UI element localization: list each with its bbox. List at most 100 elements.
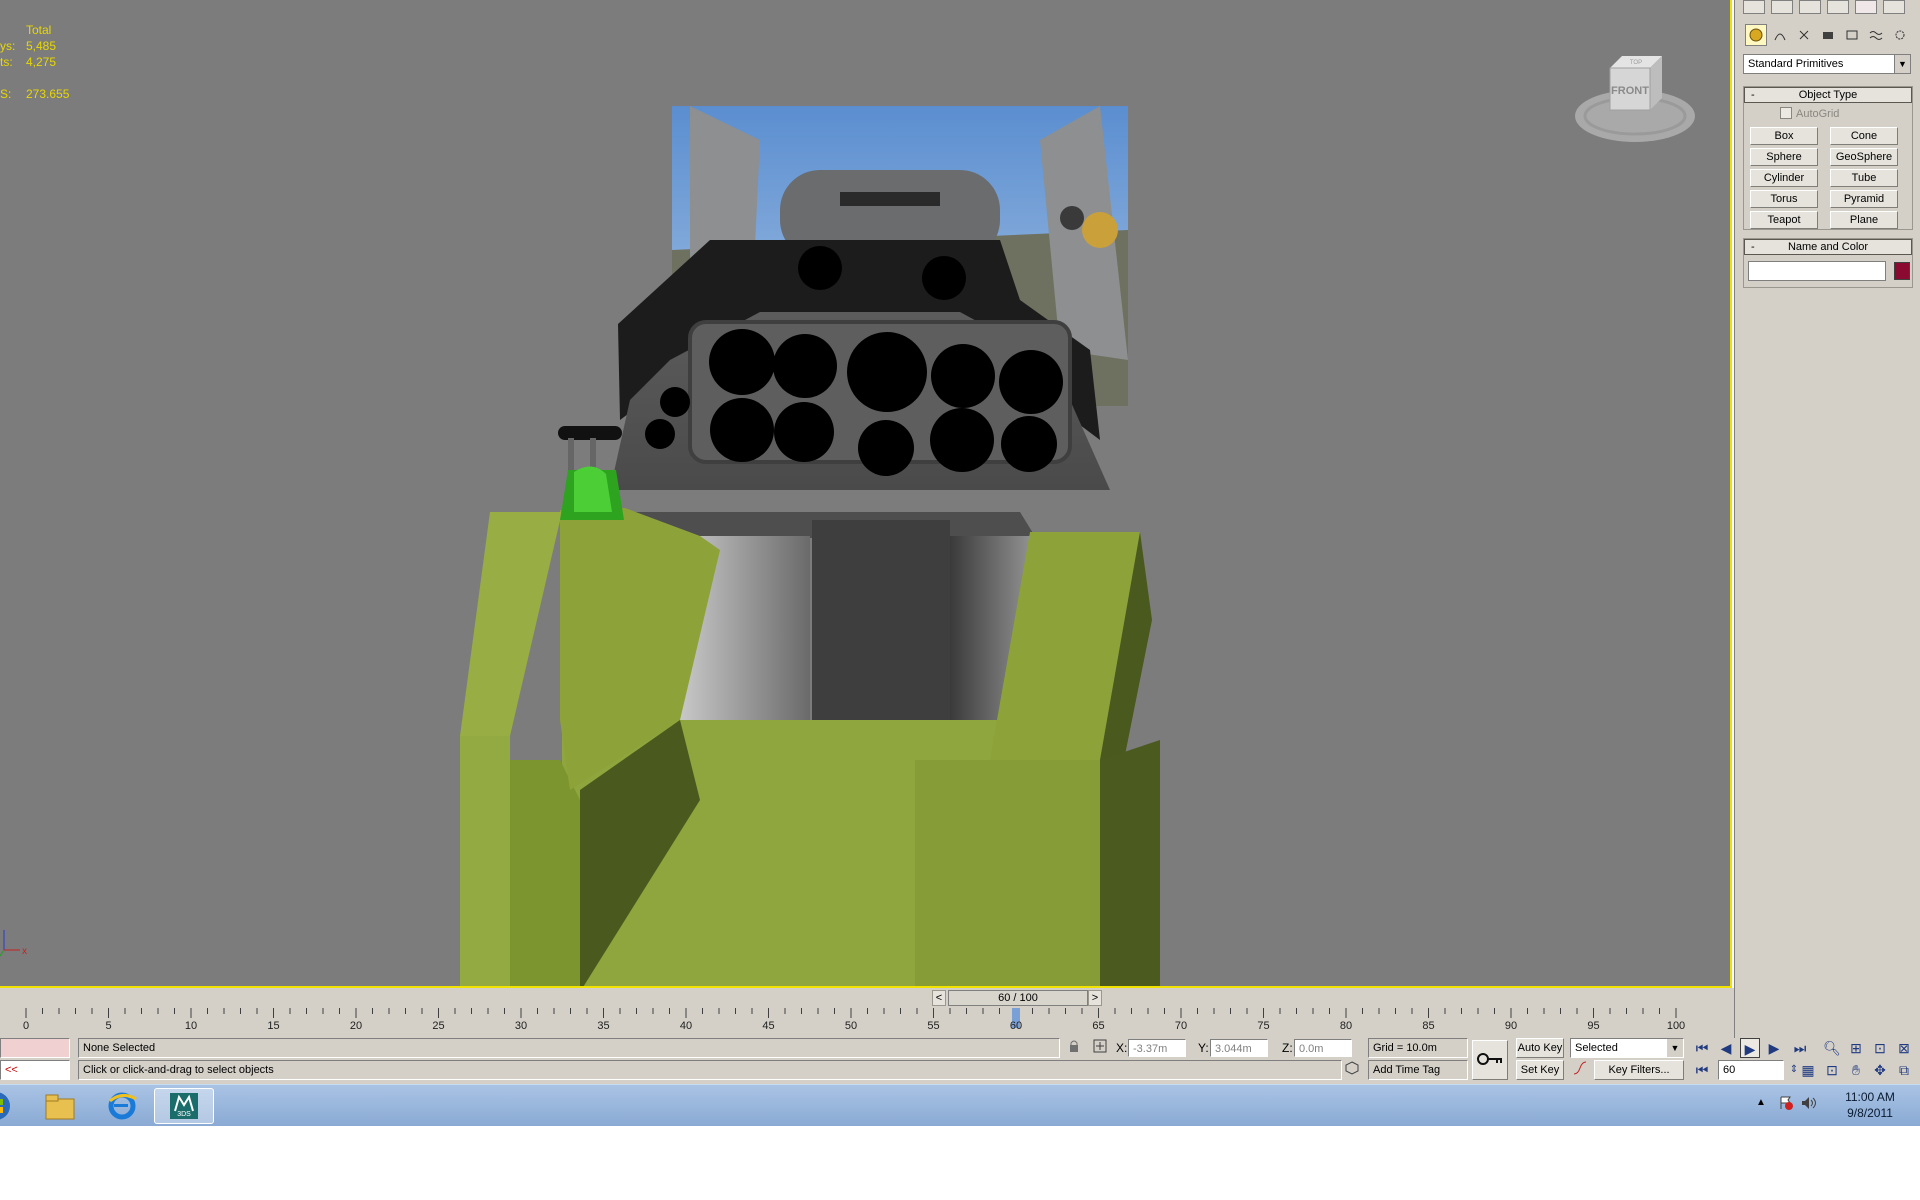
zoom-extents-all-icon[interactable]: ⊠ xyxy=(1894,1038,1914,1058)
frame-tick-label: 35 xyxy=(597,1020,610,1032)
lights-icon[interactable] xyxy=(1793,24,1815,46)
perspective-viewport[interactable]: Total ys: 5,485 ts: 4,275 S: 273.655 FRO… xyxy=(0,0,1732,988)
primitive-button-cone[interactable]: Cone xyxy=(1830,127,1898,145)
volume-icon[interactable] xyxy=(1800,1095,1818,1116)
motion-tab-icon[interactable] xyxy=(1827,0,1849,14)
viewcube[interactable]: FRONT TOP xyxy=(1572,48,1698,148)
x-coordinate-field[interactable]: -3.37m xyxy=(1128,1039,1186,1057)
object-color-swatch[interactable] xyxy=(1894,262,1910,280)
previous-frame-icon[interactable]: ◀ xyxy=(1716,1038,1736,1058)
spacewarps-icon[interactable] xyxy=(1865,24,1887,46)
lock-icon[interactable] xyxy=(1064,1038,1084,1058)
zoom-icon[interactable]: 🔍︎ xyxy=(1822,1038,1842,1058)
key-filters-button[interactable]: Key Filters... xyxy=(1594,1060,1684,1080)
command-panel: Standard Primitives ▼ - Object Type Auto… xyxy=(1734,0,1920,1084)
taskbar-clock[interactable]: 11:00 AM 9/8/2011 xyxy=(1830,1089,1910,1121)
zoom-region-icon[interactable]: ⊡ xyxy=(1822,1060,1842,1080)
primitive-button-pyramid[interactable]: Pyramid xyxy=(1830,190,1898,208)
helpers-icon[interactable] xyxy=(1841,24,1863,46)
status-bar: << None Selected Click or click-and-drag… xyxy=(0,1038,1920,1084)
primitive-button-cylinder[interactable]: Cylinder xyxy=(1750,169,1818,187)
cockpit-model-render[interactable] xyxy=(460,100,1220,988)
chevron-down-icon[interactable]: ▼ xyxy=(1667,1039,1683,1057)
stat-label: S: xyxy=(0,87,12,101)
key-mode-dropdown[interactable]: Selected ▼ xyxy=(1570,1038,1684,1058)
add-time-tag-button[interactable]: Add Time Tag xyxy=(1368,1060,1468,1080)
hierarchy-tab-icon[interactable] xyxy=(1799,0,1821,14)
zoom-extents-icon[interactable]: ⊡ xyxy=(1870,1038,1890,1058)
stat-row: ys: 5,485 xyxy=(0,38,56,54)
auto-key-button[interactable]: Auto Key xyxy=(1516,1038,1564,1058)
blank-area xyxy=(0,1126,1920,1200)
modify-tab-icon[interactable] xyxy=(1771,0,1793,14)
3ds-max-taskbar-button[interactable]: 3DS xyxy=(154,1088,214,1124)
stat-value: Total xyxy=(26,23,52,37)
windows-explorer-icon[interactable] xyxy=(30,1088,90,1124)
maxscript-input[interactable]: << xyxy=(0,1060,70,1080)
geometry-icon[interactable] xyxy=(1745,24,1767,46)
z-coordinate-field[interactable]: 0.0m xyxy=(1294,1039,1352,1057)
cameras-icon[interactable] xyxy=(1817,24,1839,46)
primitive-button-plane[interactable]: Plane xyxy=(1830,211,1898,229)
create-tab-icon[interactable] xyxy=(1743,0,1765,14)
primitive-button-torus[interactable]: Torus xyxy=(1750,190,1818,208)
prev-frame-arrow[interactable]: < xyxy=(932,990,946,1006)
next-frame-arrow[interactable]: > xyxy=(1088,990,1102,1006)
stat-label: ts: xyxy=(0,55,13,69)
default-tangent-icon[interactable] xyxy=(1570,1060,1590,1080)
absolute-mode-icon[interactable] xyxy=(1090,1038,1110,1058)
autogrid-checkbox[interactable]: AutoGrid xyxy=(1780,107,1839,120)
show-hidden-icons[interactable]: ▲ xyxy=(1756,1097,1766,1108)
go-to-start-icon[interactable]: ⏮ xyxy=(1692,1038,1712,1058)
key-mode-toggle-icon[interactable]: ⏮ xyxy=(1692,1060,1712,1080)
frame-tick-label: 85 xyxy=(1422,1020,1435,1032)
time-tag-icon[interactable] xyxy=(1342,1060,1362,1080)
primitive-button-tube[interactable]: Tube xyxy=(1830,169,1898,187)
start-button[interactable] xyxy=(0,1088,14,1124)
name-and-color-header[interactable]: - Name and Color xyxy=(1744,239,1912,255)
object-name-input[interactable] xyxy=(1748,261,1886,281)
orbit-icon[interactable]: ✥ xyxy=(1870,1060,1890,1080)
stat-row: Total xyxy=(0,22,51,38)
primitive-button-teapot[interactable]: Teapot xyxy=(1750,211,1818,229)
stat-value: 273.655 xyxy=(26,87,70,101)
primitive-type-dropdown[interactable]: Standard Primitives ▼ xyxy=(1743,54,1911,74)
frame-tick-label: 95 xyxy=(1587,1020,1600,1032)
command-panel-tabs xyxy=(1735,0,1920,14)
primitive-button-box[interactable]: Box xyxy=(1750,127,1818,145)
frame-tick-label: 0 xyxy=(22,1020,30,1032)
set-keys-button[interactable] xyxy=(1472,1040,1508,1080)
object-type-header[interactable]: - Object Type xyxy=(1744,87,1912,103)
stat-value: 5,485 xyxy=(26,39,57,53)
shapes-icon[interactable] xyxy=(1769,24,1791,46)
zoom-all-icon[interactable]: ⊞ xyxy=(1846,1038,1866,1058)
frame-tick-label: 55 xyxy=(927,1020,940,1032)
track-bar-ticks xyxy=(25,1008,1677,1028)
time-configuration-icon[interactable]: ▦ xyxy=(1798,1060,1818,1080)
y-coordinate-field[interactable]: 3.044m xyxy=(1210,1039,1268,1057)
current-frame-field[interactable]: 60 xyxy=(1718,1060,1784,1080)
frame-tick-label: 50 xyxy=(844,1020,858,1032)
frame-tick-label: 45 xyxy=(762,1020,775,1032)
systems-icon[interactable] xyxy=(1889,24,1911,46)
primitive-button-geosphere[interactable]: GeoSphere xyxy=(1830,148,1898,166)
frame-tick-label: 75 xyxy=(1257,1020,1270,1032)
chevron-down-icon[interactable]: ▼ xyxy=(1894,55,1910,73)
primitive-type-value: Standard Primitives xyxy=(1748,58,1844,70)
next-frame-icon[interactable]: ▶ xyxy=(1764,1038,1784,1058)
pan-hand-icon[interactable]: ✋︎ xyxy=(1846,1060,1866,1080)
primitive-button-sphere[interactable]: Sphere xyxy=(1750,148,1818,166)
play-icon[interactable]: ▶ xyxy=(1740,1038,1760,1058)
display-tab-icon[interactable] xyxy=(1855,0,1877,14)
frame-tick-label: 65 xyxy=(1092,1020,1105,1032)
go-to-end-icon[interactable]: ⏭ xyxy=(1790,1038,1810,1058)
action-center-flag-icon[interactable] xyxy=(1778,1095,1794,1116)
prompt-line: Click or click-and-drag to select object… xyxy=(78,1060,1342,1080)
internet-explorer-icon[interactable] xyxy=(92,1088,152,1124)
track-bar[interactable]: 0 5 10 15 20 25 30 35 40 45 50 55 60 65 70 75 80 85 90 95 10… xyxy=(0,1008,1734,1038)
maxscript-listener-mini[interactable] xyxy=(0,1038,70,1058)
set-key-button[interactable]: Set Key xyxy=(1516,1060,1564,1080)
time-slider-thumb[interactable]: 60 / 100 xyxy=(948,990,1088,1006)
utilities-tab-icon[interactable] xyxy=(1883,0,1905,14)
maximize-viewport-icon[interactable]: ⧉ xyxy=(1894,1060,1914,1080)
